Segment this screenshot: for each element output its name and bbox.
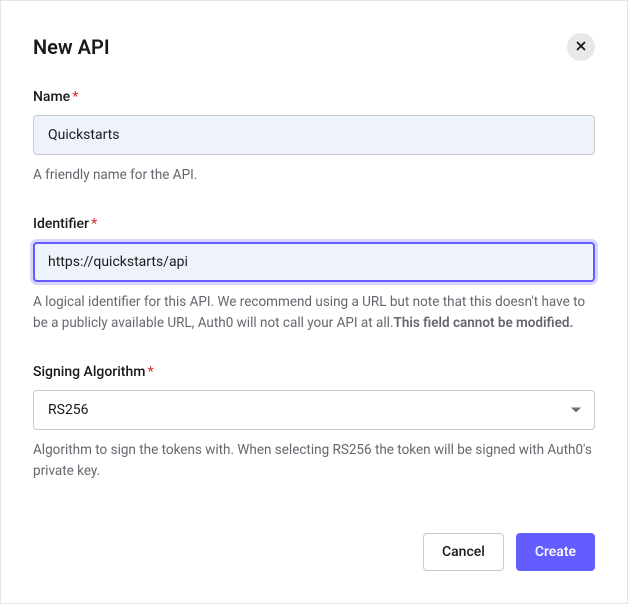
identifier-field-group: Identifier* A logical identifier for thi… (33, 216, 595, 334)
required-marker: * (72, 89, 78, 105)
modal-title: New API (33, 35, 110, 59)
identifier-help-bold: This field cannot be modified. (394, 315, 574, 331)
required-marker: * (91, 216, 97, 232)
required-marker: * (147, 364, 153, 380)
cancel-button[interactable]: Cancel (423, 533, 504, 571)
name-label: Name* (33, 89, 595, 105)
identifier-help-text: A logical identifier for this API. We re… (33, 292, 595, 334)
signing-algorithm-label-text: Signing Algorithm (33, 364, 145, 380)
signing-algorithm-select-wrapper: RS256 (33, 390, 595, 430)
name-help-text: A friendly name for the API. (33, 165, 595, 186)
identifier-input[interactable] (33, 242, 595, 282)
signing-algorithm-help-text: Algorithm to sign the tokens with. When … (33, 440, 595, 482)
signing-algorithm-label: Signing Algorithm* (33, 364, 595, 380)
name-label-text: Name (33, 89, 70, 105)
modal-footer: Cancel Create (423, 533, 595, 571)
identifier-label-text: Identifier (33, 216, 89, 232)
modal-header: New API (33, 33, 595, 61)
signing-algorithm-field-group: Signing Algorithm* RS256 Algorithm to si… (33, 364, 595, 482)
signing-algorithm-select[interactable]: RS256 (33, 390, 595, 430)
close-icon (576, 40, 586, 54)
identifier-label: Identifier* (33, 216, 595, 232)
close-button[interactable] (567, 33, 595, 61)
name-field-group: Name* A friendly name for the API. (33, 89, 595, 186)
create-button[interactable]: Create (516, 533, 595, 571)
name-input[interactable] (33, 115, 595, 155)
new-api-modal: New API Name* A friendly name for the AP… (0, 0, 628, 604)
